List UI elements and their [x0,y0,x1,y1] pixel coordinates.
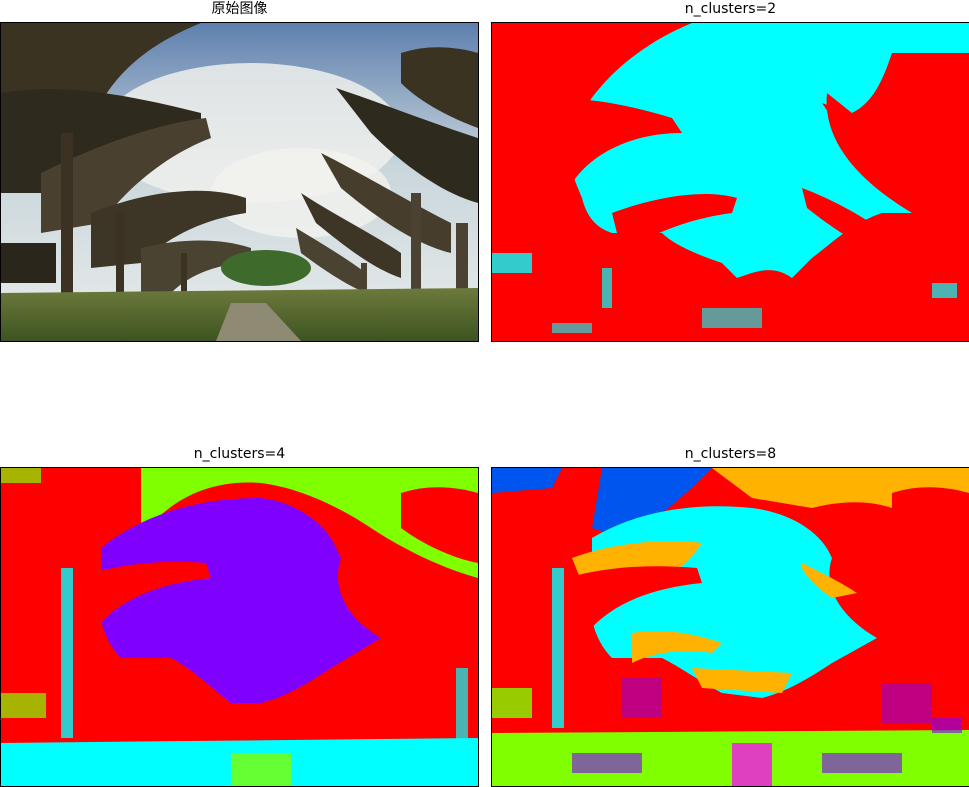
panel-title-k4: n_clusters=4 [193,446,286,462]
segmented-image-k8 [491,467,969,787]
segmented-image-k4 [0,467,479,787]
panel-title-original: 原始图像 [211,1,268,17]
panel-title-k2: n_clusters=2 [684,1,777,17]
panel-title-k8: n_clusters=8 [684,446,777,462]
original-image [0,22,479,342]
segmented-image-k2 [491,22,969,342]
